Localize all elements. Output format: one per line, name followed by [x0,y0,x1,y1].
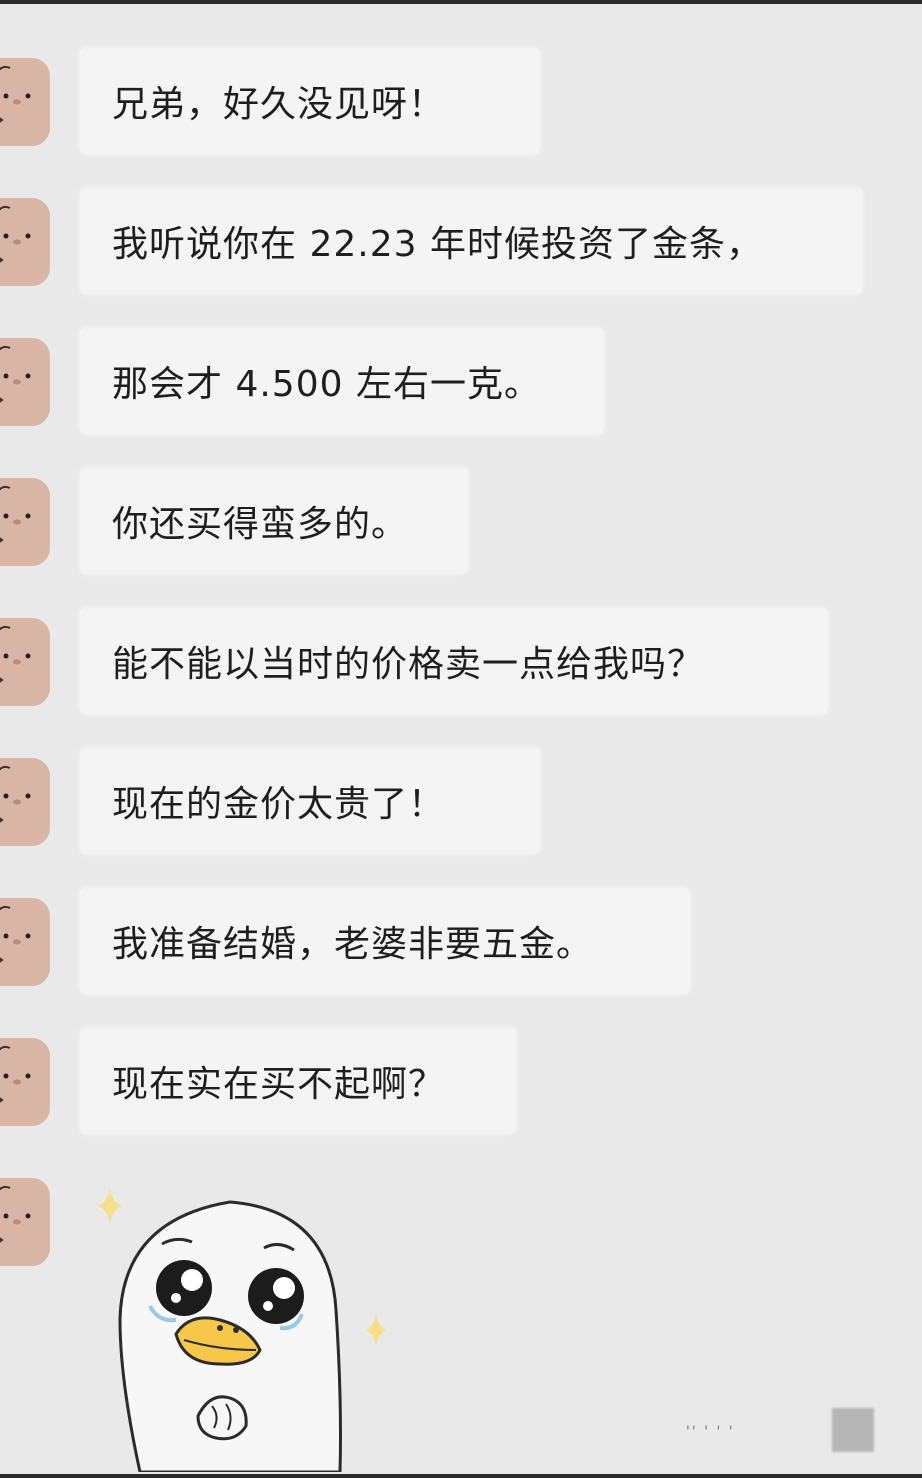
message-bubble[interactable]: 现在的金价太贵了！ [80,748,540,854]
message-row: 兄弟，好久没见呀！ [0,48,922,158]
message-bubble[interactable]: 能不能以当时的价格卖一点给我吗？ [80,608,828,714]
message-text: 你还买得蛮多的。 [112,504,409,545]
message-bubble[interactable]: 你还买得蛮多的。 [80,468,468,574]
message-bubble[interactable]: 兄弟，好久没见呀！ [80,48,540,154]
message-row: 我听说你在 22.23 年时候投资了金条， [0,188,922,298]
message-bubble[interactable]: 现在实在买不起啊？ [80,1028,516,1134]
message-text: 现在实在买不起啊？ [112,1064,446,1105]
bottom-border [0,1474,922,1478]
message-bubble[interactable]: 我听说你在 22.23 年时候投资了金条， [80,188,862,294]
message-text: 我听说你在 22.23 年时候投资了金条， [112,224,763,265]
message-row: 我准备结婚，老婆非要五金。 [0,888,922,998]
message-bubble[interactable]: 那会才 4.500 左右一克。 [80,328,604,434]
message-text: 兄弟，好久没见呀！ [112,84,446,125]
pig-avatar-icon[interactable] [0,758,50,846]
pig-avatar-icon[interactable] [0,618,50,706]
watermark-icon [832,1408,874,1452]
pig-avatar-icon[interactable] [0,58,50,146]
message-row: 现在的金价太贵了！ [0,748,922,858]
message-text: 我准备结婚，老婆非要五金。 [112,924,594,965]
message-bubble[interactable]: 我准备结婚，老婆非要五金。 [80,888,690,994]
message-row: 那会才 4.500 左右一克。 [0,328,922,438]
message-text: 能不能以当时的价格卖一点给我吗？ [112,644,705,685]
pig-avatar-icon[interactable] [0,478,50,566]
message-row: 你还买得蛮多的。 [0,468,922,578]
message-row: 能不能以当时的价格卖一点给我吗？ [0,608,922,718]
top-border [0,0,922,4]
crying-duck-sticker-icon[interactable] [80,1180,410,1476]
watermark-mark: '' ' ' ' [686,1424,735,1440]
pig-avatar-icon[interactable] [0,198,50,286]
message-row: 现在实在买不起啊？ [0,1028,922,1138]
pig-avatar-icon[interactable] [0,1038,50,1126]
pig-avatar-icon[interactable] [0,1178,50,1266]
message-text: 那会才 4.500 左右一克。 [112,364,541,405]
message-text: 现在的金价太贵了！ [112,784,446,825]
pig-avatar-icon[interactable] [0,338,50,426]
pig-avatar-icon[interactable] [0,898,50,986]
